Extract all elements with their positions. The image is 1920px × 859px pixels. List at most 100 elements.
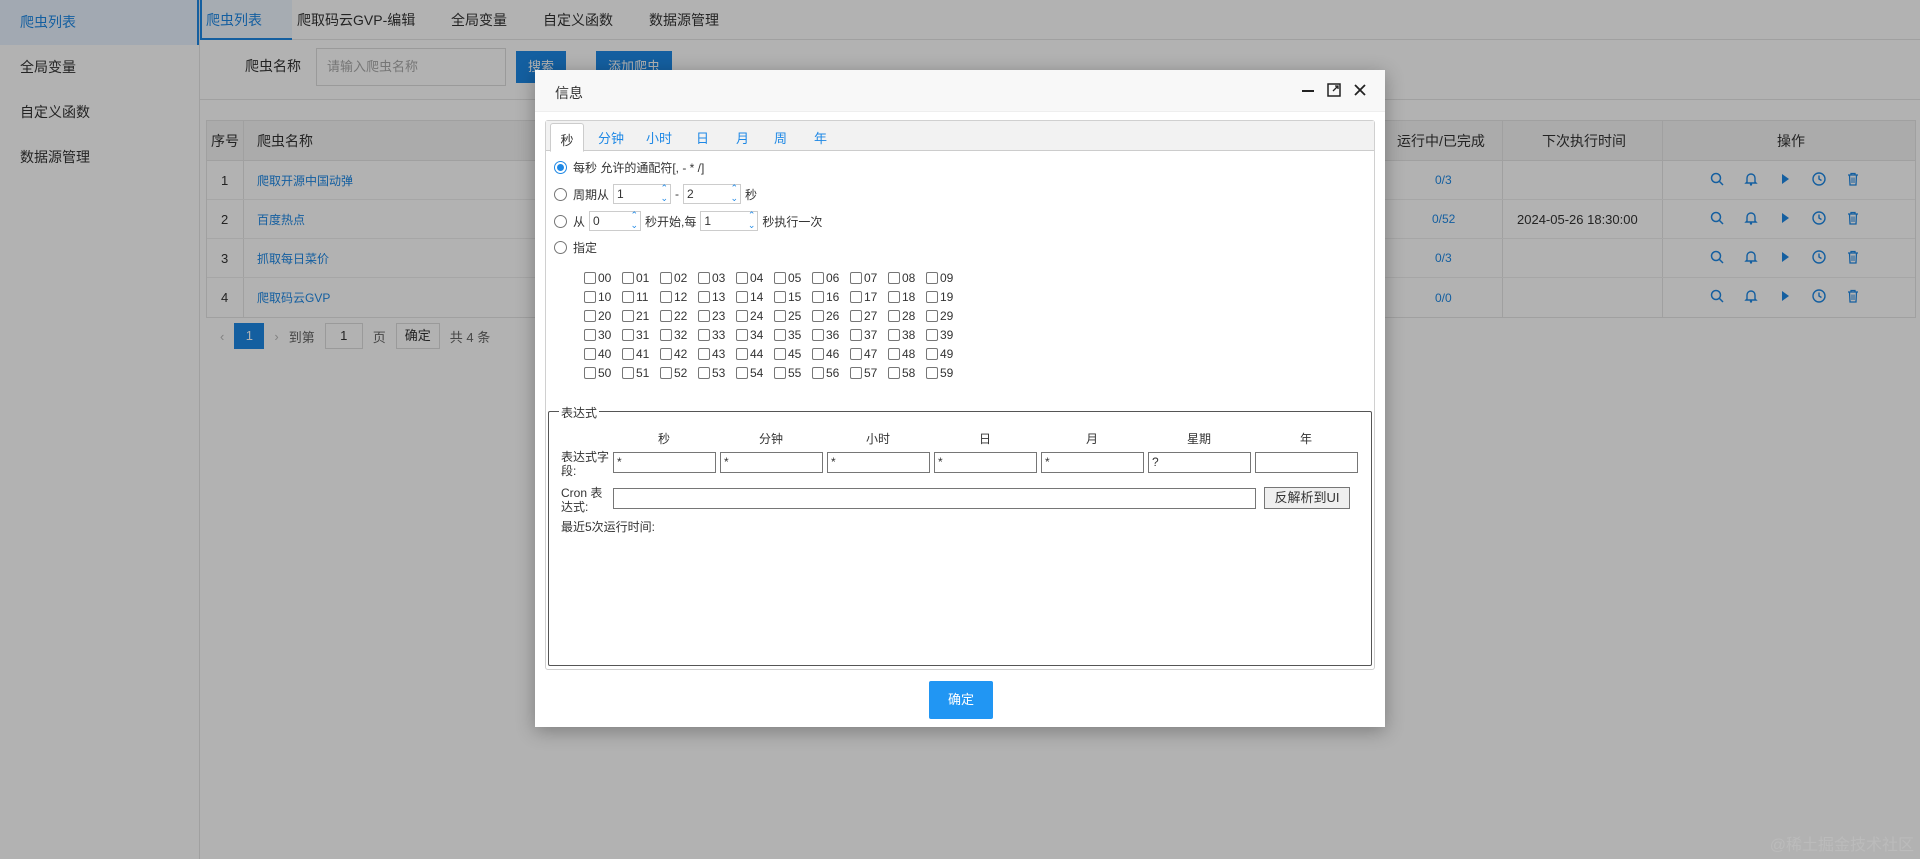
tab-week[interactable]: 周: [774, 128, 787, 147]
second-checkbox[interactable]: 36: [812, 328, 850, 342]
checkbox-box[interactable]: [774, 309, 786, 322]
reverse-parse-button[interactable]: 反解析到UI: [1264, 487, 1350, 509]
second-checkbox[interactable]: 58: [888, 366, 926, 380]
checkbox-box[interactable]: [660, 347, 672, 360]
second-checkbox[interactable]: 51: [622, 366, 660, 380]
checkbox-box[interactable]: [926, 290, 938, 303]
second-checkbox[interactable]: 01: [622, 271, 660, 285]
checkbox-box[interactable]: [584, 328, 596, 341]
maximize-icon[interactable]: [1325, 81, 1343, 99]
checkbox-box[interactable]: [698, 309, 710, 322]
option-from-every[interactable]: 从 0 秒开始,每 1 秒执行一次: [554, 210, 822, 231]
second-checkbox[interactable]: 48: [888, 347, 926, 361]
second-checkbox[interactable]: 10: [584, 290, 622, 304]
checkbox-box[interactable]: [888, 347, 900, 360]
checkbox-box[interactable]: [850, 271, 862, 284]
checkbox-box[interactable]: [774, 328, 786, 341]
second-checkbox[interactable]: 46: [812, 347, 850, 361]
checkbox-box[interactable]: [774, 290, 786, 303]
minimize-icon[interactable]: [1299, 81, 1317, 99]
second-checkbox[interactable]: 17: [850, 290, 888, 304]
checkbox-box[interactable]: [888, 290, 900, 303]
checkbox-box[interactable]: [812, 309, 824, 322]
from-every-stepper[interactable]: 1: [700, 210, 759, 231]
checkbox-box[interactable]: [584, 271, 596, 284]
second-checkbox[interactable]: 50: [584, 366, 622, 380]
checkbox-box[interactable]: [698, 290, 710, 303]
second-checkbox[interactable]: 52: [660, 366, 698, 380]
from-start-stepper[interactable]: 0: [589, 210, 642, 231]
second-checkbox[interactable]: 19: [926, 290, 964, 304]
checkbox-box[interactable]: [926, 271, 938, 284]
checkbox-box[interactable]: [622, 366, 634, 379]
tab-month[interactable]: 月: [736, 128, 749, 147]
checkbox-box[interactable]: [888, 328, 900, 341]
confirm-button[interactable]: 确定: [929, 681, 993, 719]
checkbox-box[interactable]: [736, 309, 748, 322]
second-checkbox[interactable]: 41: [622, 347, 660, 361]
checkbox-box[interactable]: [888, 366, 900, 379]
checkbox-box[interactable]: [698, 271, 710, 284]
second-checkbox[interactable]: 31: [622, 328, 660, 342]
checkbox-box[interactable]: [926, 347, 938, 360]
second-checkbox[interactable]: 16: [812, 290, 850, 304]
checkbox-box[interactable]: [698, 366, 710, 379]
cycle-to-stepper[interactable]: 2: [683, 183, 742, 204]
option-cycle[interactable]: 周期从 1 - 2 秒: [554, 183, 757, 204]
checkbox-box[interactable]: [736, 271, 748, 284]
radio-every[interactable]: [554, 161, 567, 174]
checkbox-box[interactable]: [736, 290, 748, 303]
checkbox-box[interactable]: [812, 366, 824, 379]
checkbox-box[interactable]: [698, 328, 710, 341]
checkbox-box[interactable]: [850, 309, 862, 322]
month-field[interactable]: *: [1041, 452, 1144, 473]
checkbox-box[interactable]: [584, 309, 596, 322]
checkbox-box[interactable]: [850, 347, 862, 360]
checkbox-box[interactable]: [698, 347, 710, 360]
checkbox-box[interactable]: [812, 328, 824, 341]
second-checkbox[interactable]: 45: [774, 347, 812, 361]
option-every-second[interactable]: 每秒 允许的通配符[, - * /]: [554, 159, 704, 176]
second-checkbox[interactable]: 04: [736, 271, 774, 285]
second-checkbox[interactable]: 23: [698, 309, 736, 323]
radio-cycle[interactable]: [554, 187, 567, 201]
tab-day[interactable]: 日: [696, 128, 709, 147]
checkbox-box[interactable]: [660, 290, 672, 303]
checkbox-box[interactable]: [850, 328, 862, 341]
radio-specify[interactable]: [554, 241, 567, 254]
second-checkbox[interactable]: 29: [926, 309, 964, 323]
second-checkbox[interactable]: 40: [584, 347, 622, 361]
tab-minute[interactable]: 分钟: [598, 128, 624, 147]
second-checkbox[interactable]: 54: [736, 366, 774, 380]
second-checkbox[interactable]: 07: [850, 271, 888, 285]
second-checkbox[interactable]: 25: [774, 309, 812, 323]
second-checkbox[interactable]: 57: [850, 366, 888, 380]
checkbox-box[interactable]: [926, 366, 938, 379]
checkbox-box[interactable]: [660, 271, 672, 284]
checkbox-box[interactable]: [584, 290, 596, 303]
second-checkbox[interactable]: 55: [774, 366, 812, 380]
second-checkbox[interactable]: 14: [736, 290, 774, 304]
checkbox-box[interactable]: [736, 328, 748, 341]
second-checkbox[interactable]: 42: [660, 347, 698, 361]
second-checkbox[interactable]: 22: [660, 309, 698, 323]
cron-expression-input[interactable]: [613, 488, 1256, 509]
checkbox-box[interactable]: [622, 290, 634, 303]
checkbox-box[interactable]: [850, 366, 862, 379]
checkbox-box[interactable]: [622, 328, 634, 341]
second-checkbox[interactable]: 30: [584, 328, 622, 342]
checkbox-box[interactable]: [888, 309, 900, 322]
close-icon[interactable]: [1351, 81, 1369, 99]
second-checkbox[interactable]: 06: [812, 271, 850, 285]
second-checkbox[interactable]: 28: [888, 309, 926, 323]
minute-field[interactable]: *: [720, 452, 823, 473]
tab-second[interactable]: 秒: [550, 123, 584, 152]
checkbox-box[interactable]: [888, 271, 900, 284]
cycle-from-stepper[interactable]: 1: [613, 183, 672, 204]
day-field[interactable]: *: [934, 452, 1037, 473]
second-checkbox[interactable]: 12: [660, 290, 698, 304]
radio-from[interactable]: [554, 214, 567, 228]
second-checkbox[interactable]: 09: [926, 271, 964, 285]
second-checkbox[interactable]: 26: [812, 309, 850, 323]
second-checkbox[interactable]: 53: [698, 366, 736, 380]
